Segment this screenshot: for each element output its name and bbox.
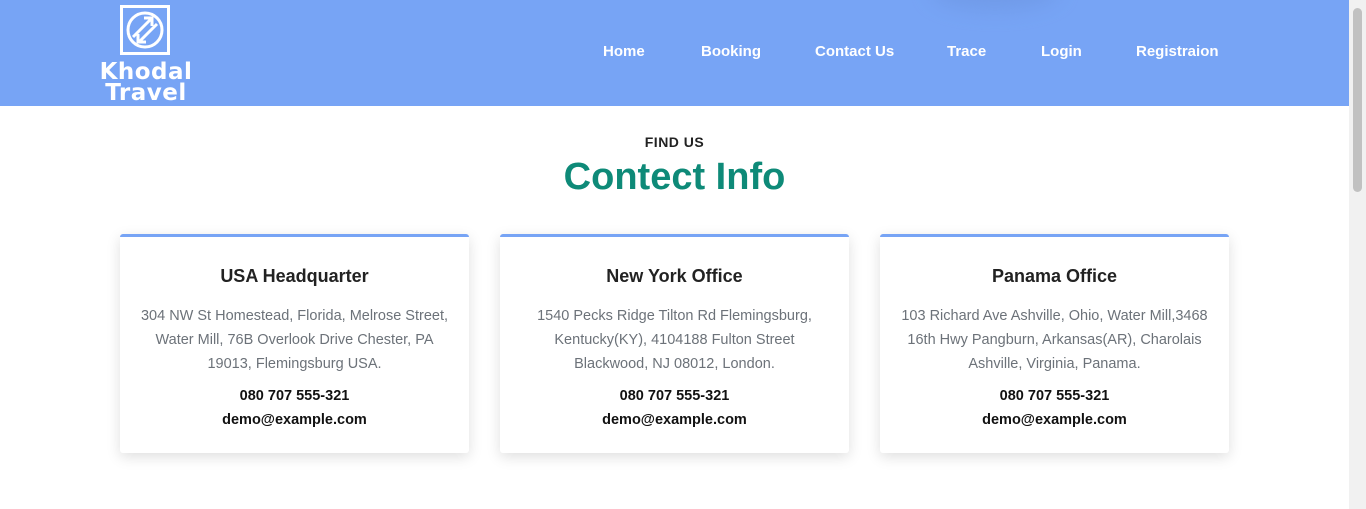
header-glow <box>930 0 1060 10</box>
card-email[interactable]: demo@example.com <box>898 408 1211 432</box>
office-card-usa: USA Headquarter 304 NW St Homestead, Flo… <box>120 234 469 453</box>
section-eyebrow: FIND US <box>644 134 705 150</box>
office-card-new-york: New York Office 1540 Pecks Ridge Tilton … <box>500 234 849 453</box>
nav-contact-us[interactable]: Contact Us <box>815 43 894 60</box>
card-title: New York Office <box>606 266 743 286</box>
page-title: Contect Info <box>563 156 786 198</box>
page-scrollbar[interactable] <box>1349 0 1366 509</box>
scrollbar-thumb[interactable] <box>1353 8 1362 192</box>
office-card-panama: Panama Office 103 Richard Ave Ashville, … <box>880 234 1229 453</box>
site-header: Khodal Travel Home Booking Contact Us Tr… <box>0 0 1349 106</box>
nav-booking[interactable]: Booking <box>701 43 761 60</box>
brand-name-line2: Travel <box>105 80 187 106</box>
card-email[interactable]: demo@example.com <box>518 408 831 432</box>
card-phone[interactable]: 080 707 555-321 <box>138 384 451 408</box>
globe-arrows-icon <box>120 5 170 55</box>
card-title: Panama Office <box>991 266 1118 286</box>
card-address: 1540 Pecks Ridge Tilton Rd Flemingsburg,… <box>537 308 812 372</box>
nav-home[interactable]: Home <box>603 43 645 60</box>
nav-login[interactable]: Login <box>1041 43 1082 60</box>
card-address: 304 NW St Homestead, Florida, Melrose St… <box>140 308 449 372</box>
nav-registration[interactable]: Registraion <box>1136 43 1219 60</box>
card-title: USA Headquarter <box>220 266 369 286</box>
card-phone[interactable]: 080 707 555-321 <box>898 384 1211 408</box>
card-phone[interactable]: 080 707 555-321 <box>518 384 831 408</box>
card-address: 103 Richard Ave Ashville, Ohio, Water Mi… <box>901 308 1208 372</box>
nav-trace[interactable]: Trace <box>947 43 986 60</box>
brand-logo[interactable]: Khodal Travel <box>96 4 196 106</box>
card-email[interactable]: demo@example.com <box>138 408 451 432</box>
